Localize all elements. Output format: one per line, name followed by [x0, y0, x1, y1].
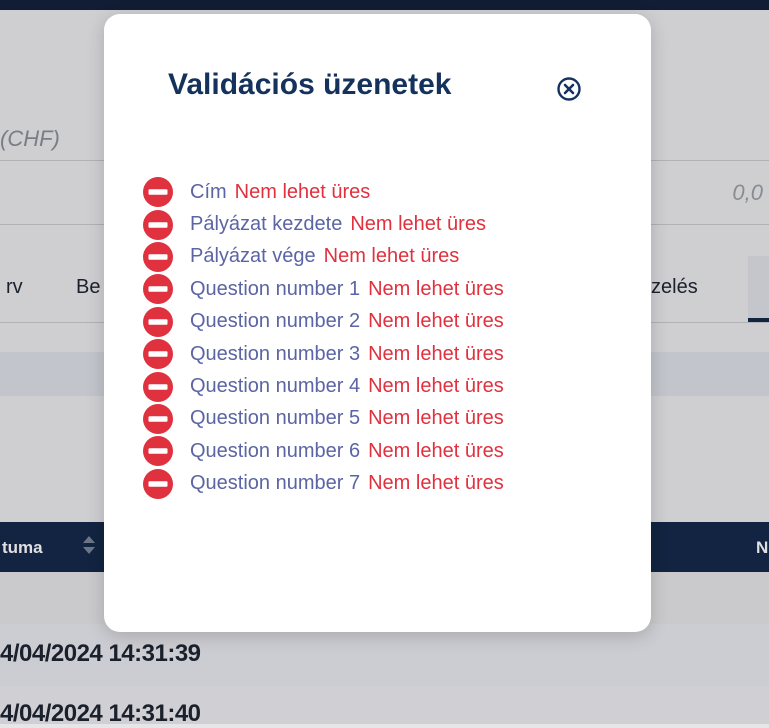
validation-message-list: Cím Nem lehet üres Pályázat kezdete Nem leh… [142, 176, 504, 500]
message-field-name: Cím [190, 180, 227, 203]
message-error-text: Nem lehet üres [368, 342, 504, 365]
message-field-name: Question number 4 [190, 375, 361, 398]
validation-message: Question number 4 Nem lehet üres [142, 370, 504, 402]
validation-message: Question number 6 Nem lehet üres [142, 435, 504, 467]
error-minus-icon [143, 306, 173, 337]
validation-message: Question number 5 Nem lehet üres [142, 403, 504, 435]
validation-message: Question number 7 Nem lehet üres [142, 468, 504, 500]
validation-message: Question number 3 Nem lehet üres [142, 338, 504, 370]
message-field-name: Question number 3 [190, 342, 361, 365]
message-error-text: Nem lehet üres [323, 245, 460, 268]
message-error-text: Nem lehet üres [368, 375, 504, 398]
validation-message: Question number 1 Nem lehet üres [142, 273, 504, 305]
message-field-name: Question number 7 [190, 472, 361, 495]
error-minus-icon [143, 274, 173, 305]
close-icon[interactable] [556, 76, 582, 102]
validation-message: Question number 2 Nem lehet üres [142, 306, 504, 338]
message-error-text: Nem lehet üres [368, 439, 504, 462]
error-minus-icon [143, 403, 173, 434]
message-error-text: Nem lehet üres [368, 310, 504, 333]
modal-title: Validációs üzenetek [168, 68, 452, 101]
message-error-text: Nem lehet üres [368, 407, 504, 430]
validation-message: Pályázat kezdete Nem lehet üres [142, 208, 504, 240]
validation-message: Cím Nem lehet üres [142, 176, 504, 208]
message-error-text: Nem lehet üres [234, 180, 371, 203]
message-error-text: Nem lehet üres [368, 277, 504, 300]
validation-message: Pályázat vége Nem lehet üres [142, 241, 504, 273]
validation-messages-modal: Validációs üzenetek Cím Nem lehet üres Pál… [104, 14, 651, 632]
error-minus-icon [143, 436, 173, 467]
message-field-name: Question number 6 [190, 439, 361, 462]
error-minus-icon [143, 177, 173, 208]
message-field-name: Question number 2 [190, 310, 361, 333]
message-error-text: Nem lehet üres [368, 472, 504, 495]
error-minus-icon [143, 209, 173, 240]
error-minus-icon [143, 371, 173, 402]
error-minus-icon [143, 468, 173, 499]
error-minus-icon [143, 339, 173, 370]
message-field-name: Pályázat kezdete [190, 213, 343, 236]
message-field-name: Question number 1 [190, 277, 361, 300]
error-minus-icon [143, 241, 173, 272]
message-field-name: Pályázat vége [190, 245, 316, 268]
message-error-text: Nem lehet üres [350, 213, 486, 236]
message-field-name: Question number 5 [190, 407, 361, 430]
